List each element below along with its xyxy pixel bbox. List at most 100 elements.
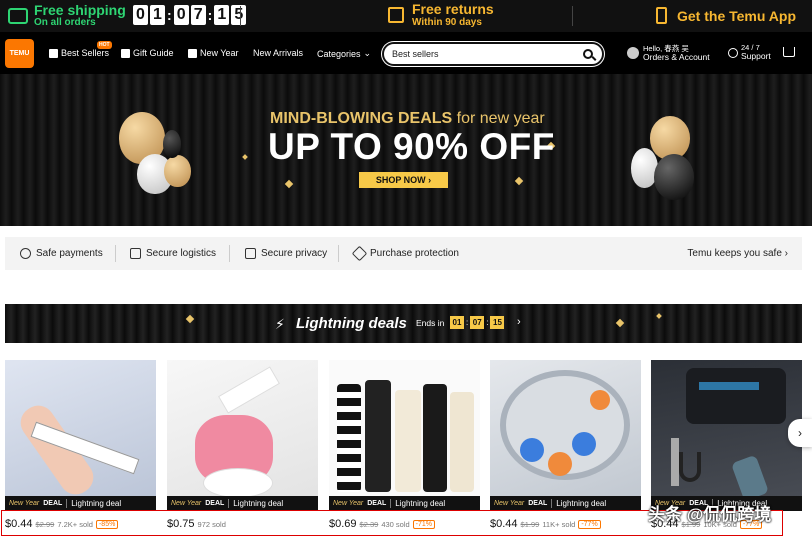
- diamond-icon: [351, 245, 368, 262]
- free-returns-sub: Within 90 days: [412, 17, 482, 28]
- nav-label: Categories: [317, 48, 361, 59]
- lightning-deal-label: Lightning deal: [233, 499, 284, 508]
- shop-now-label: SHOP NOW: [375, 175, 426, 185]
- product-image-laundry-balls[interactable]: [490, 360, 641, 510]
- deal-label: DEAL: [528, 500, 548, 507]
- account-menu[interactable]: Hello, 春燕 吴 Orders & Account: [627, 44, 710, 62]
- deal-label: DEAL: [367, 500, 387, 507]
- product-image-socks[interactable]: [329, 360, 480, 510]
- search-icon: [583, 49, 593, 59]
- lightning-deal-tag: New Year DEAL Lightning deal: [167, 496, 318, 511]
- product-image-ring-sizer[interactable]: [5, 360, 156, 510]
- nav-best-sellers[interactable]: Best Sellers: [49, 48, 109, 58]
- temu-logo[interactable]: TEMU: [5, 39, 34, 68]
- shield-check-icon: [20, 248, 31, 259]
- lightning-deal-tag: New Year DEAL Lightning deal: [490, 496, 641, 511]
- shop-now-button[interactable]: SHOP NOW ›: [359, 172, 448, 188]
- carousel-next-button[interactable]: ›: [788, 419, 812, 447]
- divider: [572, 6, 573, 26]
- countdown-digit: 0: [173, 5, 189, 25]
- support-menu[interactable]: 24 / 7 Support: [728, 44, 771, 61]
- main-navigation: TEMU Best Sellers HOT Gift Guide New Yea…: [0, 32, 812, 74]
- hero-subtitle-bold: MIND-BLOWING DEALS: [270, 110, 453, 127]
- get-app-label: Get the Temu App: [677, 7, 796, 24]
- lightning-timer: 01 : 07 : 15: [450, 316, 505, 329]
- free-shipping-sub: On all orders: [34, 17, 96, 28]
- search-input[interactable]: Best sellers: [392, 49, 439, 59]
- trust-label: Secure privacy: [261, 248, 328, 259]
- sparkle-decoration: [656, 313, 662, 319]
- sparkle-decoration: [185, 314, 195, 324]
- nav-label: Best Sellers: [61, 48, 110, 58]
- timer-seconds: 15: [490, 316, 505, 329]
- countdown-digit: 1: [150, 5, 165, 25]
- cart-icon[interactable]: [783, 47, 795, 57]
- free-returns-title: Free returns: [412, 1, 494, 17]
- trust-safe-payments[interactable]: Safe payments: [20, 248, 103, 259]
- product-image-headrest-hook[interactable]: [651, 360, 802, 510]
- temu-keeps-you-safe-link[interactable]: Temu keeps you safe ›: [687, 248, 788, 259]
- hero-headline: UP TO 90% OFF: [268, 126, 555, 167]
- lightning-deal-label: Lightning deal: [395, 499, 446, 508]
- balloon-black: [654, 154, 694, 200]
- trust-purchase-protection[interactable]: Purchase protection: [351, 245, 459, 262]
- search-bar[interactable]: Best sellers: [382, 42, 604, 66]
- free-returns-promo[interactable]: Free returns Within 90 days: [388, 2, 494, 28]
- search-button[interactable]: [575, 45, 601, 63]
- divider: [229, 245, 230, 262]
- lock-icon: [245, 248, 256, 259]
- return-box-icon: [388, 7, 404, 23]
- account-label: Orders & Account: [643, 52, 710, 62]
- divider: [338, 245, 339, 262]
- promo-countdown: 0 1 : 0 7 : 1 5: [133, 5, 247, 25]
- trust-bar: Safe payments Secure logistics Secure pr…: [5, 237, 802, 270]
- deal-label: DEAL: [43, 500, 63, 507]
- thumbs-up-icon: [49, 48, 58, 58]
- countdown-digit: 5: [231, 5, 247, 25]
- nav-label: Gift Guide: [133, 48, 174, 58]
- countdown-digit: 1: [214, 5, 230, 25]
- product-image-scalp-brush[interactable]: [167, 360, 318, 510]
- user-avatar-icon: [627, 47, 639, 59]
- promo-bar: Free shipping On all orders 0 1 : 0 7 : …: [0, 0, 812, 32]
- new-year-label: New Year: [9, 500, 40, 507]
- lightning-deal-tag: New Year DEAL Lightning deal: [329, 496, 480, 511]
- new-year-label: New Year: [333, 500, 364, 507]
- countdown-digit: 7: [190, 5, 206, 25]
- timer-hours: 01: [450, 316, 464, 329]
- truck-icon: [8, 7, 28, 24]
- lightning-deal-tag: New Year DEAL Lightning deal: [5, 496, 156, 511]
- gift-icon: [121, 48, 130, 58]
- nav-new-year[interactable]: New Year: [188, 48, 239, 58]
- balloon-black: [163, 130, 181, 158]
- lightning-deal-label: Lightning deal: [71, 499, 122, 508]
- balloon-gold: [164, 155, 191, 187]
- get-app-promo[interactable]: Get the Temu App: [656, 7, 796, 24]
- trust-secure-logistics[interactable]: Secure logistics: [130, 248, 216, 259]
- nav-categories[interactable]: Categories ⌄: [317, 48, 371, 59]
- headset-icon: [728, 47, 738, 58]
- free-shipping-title: Free shipping: [34, 2, 126, 18]
- truck-icon: [130, 248, 141, 259]
- new-year-label: New Year: [171, 500, 202, 507]
- lightning-deal-label: Lightning deal: [556, 499, 607, 508]
- firework-icon: [188, 48, 197, 58]
- divider: [240, 6, 241, 26]
- lightning-deals-header[interactable]: ⚡ Lightning deals Ends in 01 : 07 : 15 ›: [5, 304, 802, 343]
- divider: [115, 245, 116, 262]
- nav-gift-guide[interactable]: Gift Guide: [121, 48, 174, 58]
- free-shipping-promo[interactable]: Free shipping On all orders: [8, 3, 126, 28]
- trust-secure-privacy[interactable]: Secure privacy: [245, 248, 327, 259]
- sparkle-decoration: [615, 318, 625, 328]
- nav-label: New Arrivals: [253, 48, 304, 58]
- hot-badge: HOT: [97, 41, 112, 49]
- chevron-down-icon: ⌄: [363, 48, 372, 58]
- countdown-digit: 0: [133, 5, 148, 25]
- trust-label: Safe payments: [36, 248, 103, 259]
- chevron-right-icon[interactable]: ›: [517, 316, 521, 328]
- trust-label: Secure logistics: [146, 248, 217, 259]
- deal-label: DEAL: [205, 500, 225, 507]
- nav-label: New Year: [200, 48, 239, 58]
- new-year-label: New Year: [494, 500, 525, 507]
- nav-new-arrivals[interactable]: New Arrivals: [253, 48, 303, 58]
